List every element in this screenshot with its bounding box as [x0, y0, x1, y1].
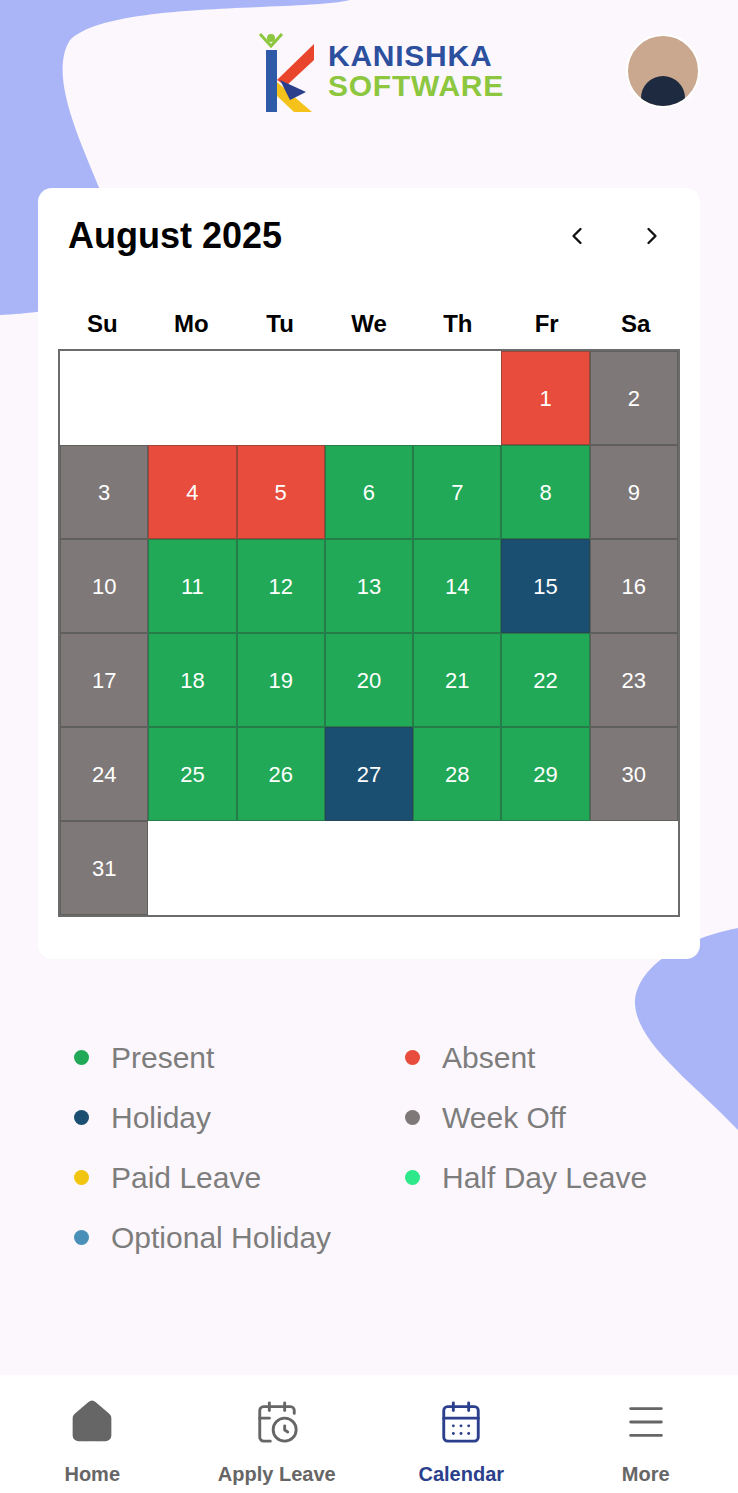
day-cell-present[interactable]: 12 — [237, 539, 325, 633]
day-cell-holiday[interactable]: 27 — [325, 727, 413, 821]
profile-avatar[interactable] — [626, 34, 700, 108]
company-logo[interactable]: KANISHKASOFTWARE — [256, 30, 504, 112]
empty-cell — [325, 351, 413, 445]
menu-icon — [623, 1399, 669, 1445]
legend-dot — [74, 1050, 89, 1065]
legend-item: Paid Leave — [74, 1155, 405, 1200]
day-cell-present[interactable]: 11 — [148, 539, 236, 633]
legend-dot — [74, 1170, 89, 1185]
empty-cell — [237, 351, 325, 445]
day-cell-week-off[interactable]: 3 — [60, 445, 148, 539]
legend-label: Holiday — [111, 1095, 211, 1140]
empty-cell — [590, 821, 678, 915]
day-cell-present[interactable]: 21 — [413, 633, 501, 727]
legend-dot — [405, 1110, 420, 1125]
weekday-row: SuMoTuWeThFrSa — [58, 306, 680, 336]
day-cell-week-off[interactable]: 17 — [60, 633, 148, 727]
day-cell-present[interactable]: 20 — [325, 633, 413, 727]
nav-label: Calendar — [418, 1459, 504, 1489]
day-cell-present[interactable]: 29 — [501, 727, 589, 821]
legend-label: Present — [111, 1035, 214, 1080]
apply-leave-icon — [254, 1399, 300, 1445]
empty-cell — [148, 821, 236, 915]
empty-cell — [325, 821, 413, 915]
weekday-label: Tu — [236, 306, 325, 342]
day-cell-present[interactable]: 18 — [148, 633, 236, 727]
month-title: August 2025 — [68, 209, 282, 263]
day-cell-present[interactable]: 13 — [325, 539, 413, 633]
legend-label: Paid Leave — [111, 1155, 261, 1200]
nav-item[interactable]: Calendar — [369, 1399, 554, 1493]
empty-cell — [501, 821, 589, 915]
empty-cell — [60, 351, 148, 445]
logo-mark-icon — [256, 30, 318, 112]
nav-item[interactable]: More — [554, 1399, 738, 1493]
legend-item: Week Off — [405, 1095, 738, 1140]
nav-label: Apply Leave — [218, 1459, 336, 1489]
empty-cell — [413, 351, 501, 445]
empty-cell — [237, 821, 325, 915]
logo-line-2: SOFTWARE — [328, 71, 504, 101]
day-cell-week-off[interactable]: 2 — [590, 351, 678, 445]
empty-cell — [148, 351, 236, 445]
day-cell-week-off[interactable]: 24 — [60, 727, 148, 821]
legend-item: Present — [74, 1035, 405, 1080]
day-cell-week-off[interactable]: 31 — [60, 821, 148, 915]
nav-label: Home — [64, 1459, 120, 1489]
nav-item[interactable]: Apply Leave — [185, 1399, 370, 1493]
legend-dot — [74, 1230, 89, 1245]
day-cell-present[interactable]: 28 — [413, 727, 501, 821]
bottom-nav: Home Apply Leave Calendar More — [0, 1375, 738, 1493]
day-cell-present[interactable]: 26 — [237, 727, 325, 821]
day-cell-week-off[interactable]: 9 — [590, 445, 678, 539]
legend-item: Absent — [405, 1035, 738, 1080]
weekday-label: Th — [413, 306, 502, 342]
day-cell-absent[interactable]: 4 — [148, 445, 236, 539]
legend-item: Optional Holiday — [74, 1215, 405, 1260]
legend-label: Week Off — [442, 1095, 566, 1140]
day-cell-holiday[interactable]: 15 — [501, 539, 589, 633]
legend-label: Absent — [442, 1035, 535, 1080]
legend-item: Half Day Leave — [405, 1155, 738, 1200]
legend-label: Optional Holiday — [111, 1215, 331, 1260]
app-screen: KANISHKASOFTWAREAugust 2025SuMoTuWeThFrS… — [0, 0, 738, 1493]
weekday-label: Fr — [502, 306, 591, 342]
chevron-right-icon — [638, 222, 666, 250]
calendar-card: August 2025SuMoTuWeThFrSa123456789101112… — [38, 188, 700, 959]
weekday-label: We — [325, 306, 414, 342]
day-cell-absent[interactable]: 1 — [501, 351, 589, 445]
legend-label: Half Day Leave — [442, 1155, 647, 1200]
calendar-grid: 1234567891011121314151617181920212223242… — [58, 349, 680, 917]
home-icon — [69, 1399, 115, 1445]
legend: Present Absent Holiday Week Off Paid Leave Ha… — [0, 1035, 738, 1260]
next-month-button[interactable] — [632, 216, 672, 256]
legend-dot — [405, 1170, 420, 1185]
weekday-label: Mo — [147, 306, 236, 342]
day-cell-present[interactable]: 25 — [148, 727, 236, 821]
day-cell-present[interactable]: 14 — [413, 539, 501, 633]
legend-item: Holiday — [74, 1095, 405, 1140]
day-cell-week-off[interactable]: 23 — [590, 633, 678, 727]
chevron-left-icon — [563, 222, 591, 250]
day-cell-present[interactable]: 6 — [325, 445, 413, 539]
logo-line-1: KANISHKA — [328, 41, 504, 71]
day-cell-week-off[interactable]: 10 — [60, 539, 148, 633]
weekday-label: Sa — [591, 306, 680, 342]
day-cell-present[interactable]: 19 — [237, 633, 325, 727]
prev-month-button[interactable] — [557, 216, 597, 256]
app-header: KANISHKASOFTWARE — [0, 0, 738, 112]
day-cell-present[interactable]: 8 — [501, 445, 589, 539]
day-cell-week-off[interactable]: 30 — [590, 727, 678, 821]
day-cell-present[interactable]: 7 — [413, 445, 501, 539]
nav-item[interactable]: Home — [0, 1399, 185, 1493]
nav-label: More — [622, 1459, 670, 1489]
legend-dot — [405, 1050, 420, 1065]
day-cell-present[interactable]: 22 — [501, 633, 589, 727]
day-cell-absent[interactable]: 5 — [237, 445, 325, 539]
calendar-icon — [438, 1399, 484, 1445]
legend-dot — [74, 1110, 89, 1125]
empty-cell — [413, 821, 501, 915]
day-cell-week-off[interactable]: 16 — [590, 539, 678, 633]
weekday-label: Su — [58, 306, 147, 342]
